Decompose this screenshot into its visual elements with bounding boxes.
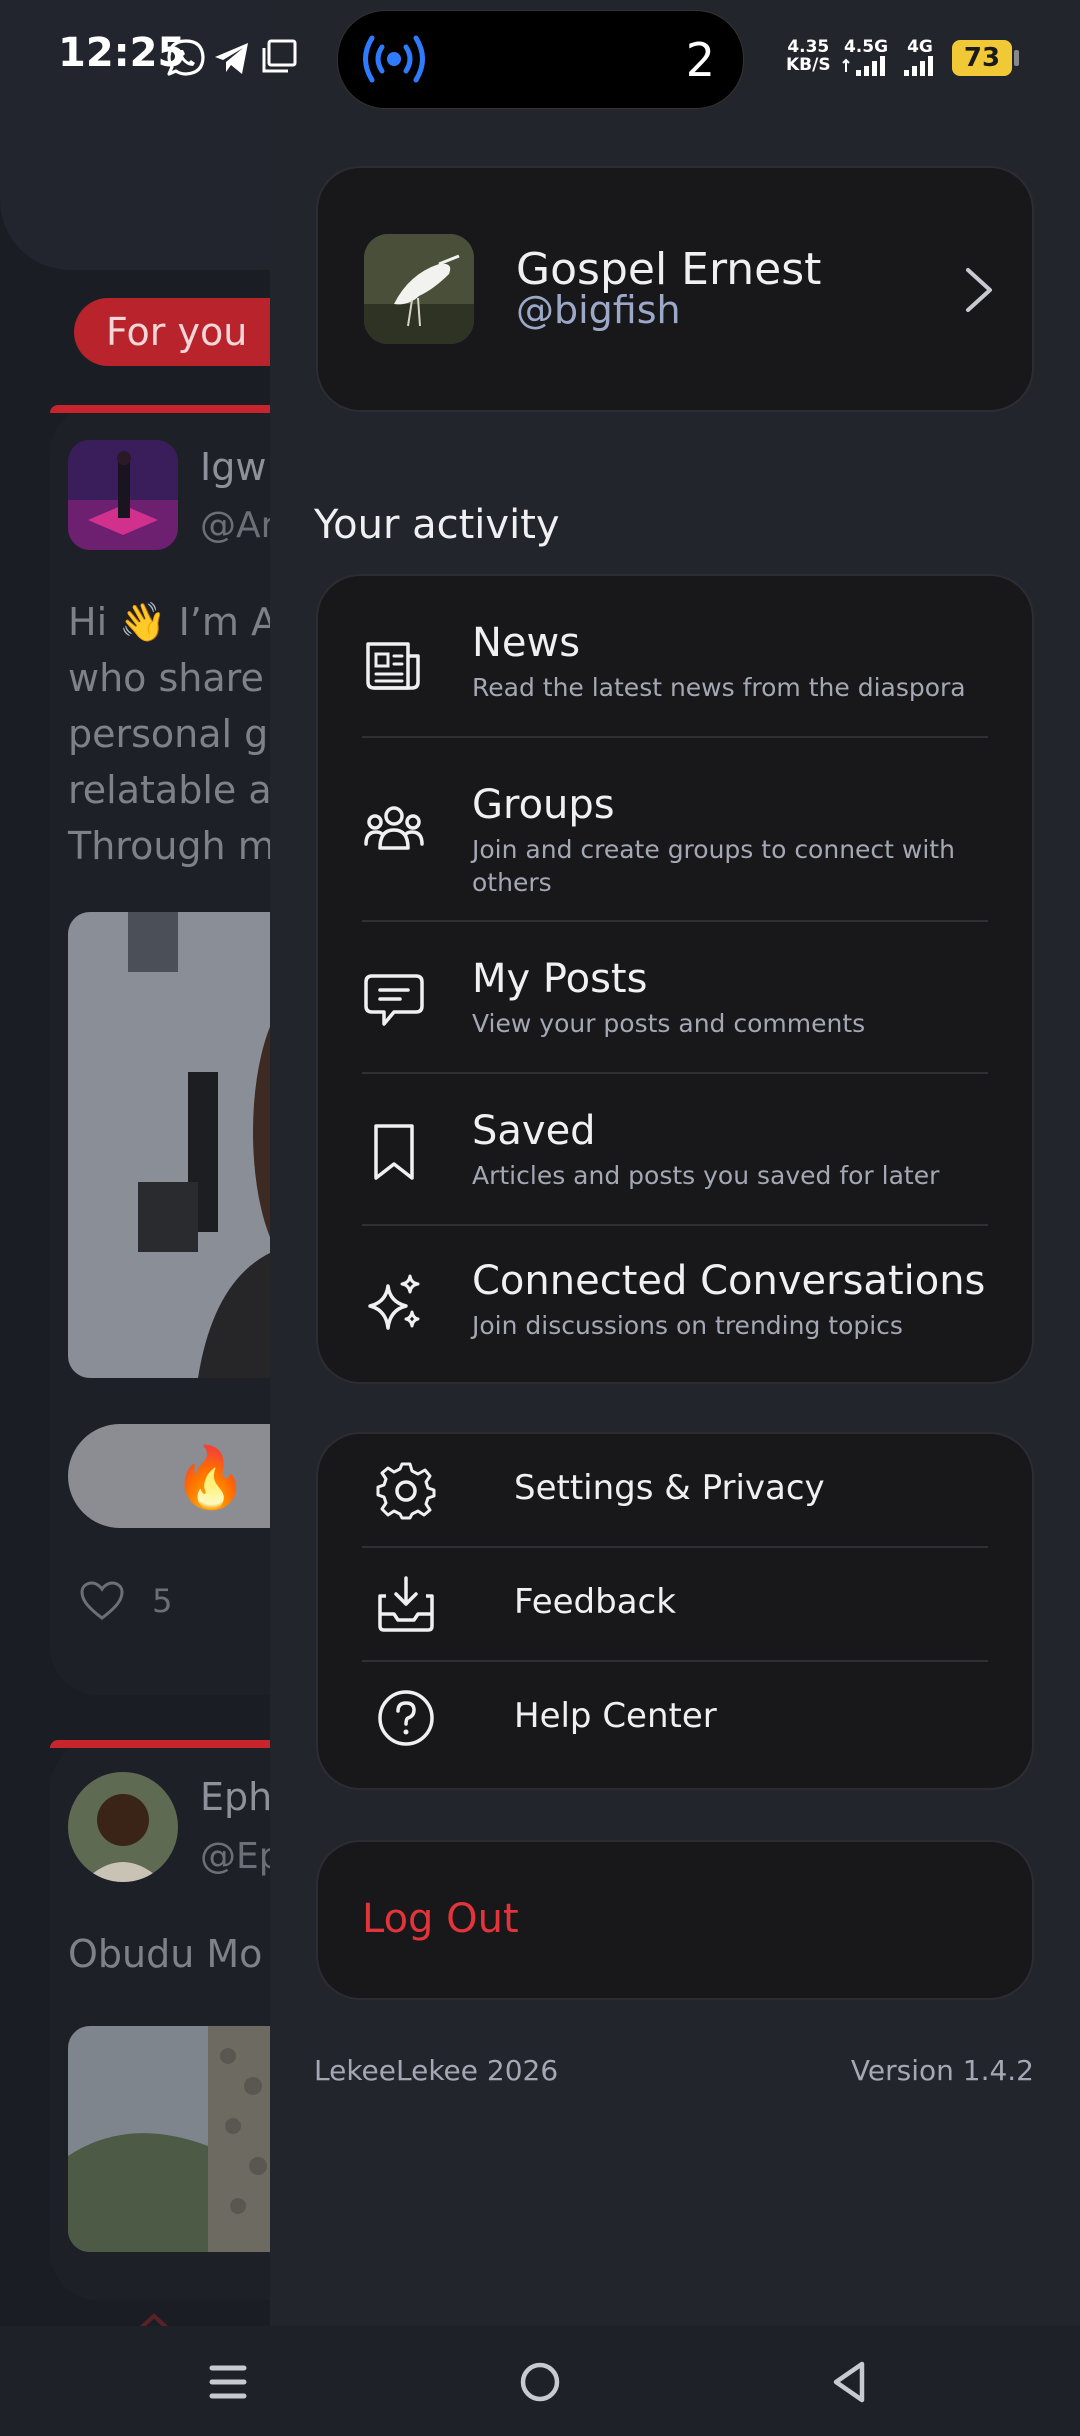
sim1-signal: 4.5G (842, 38, 890, 80)
post-text-line: relatable a (68, 768, 272, 812)
menu-item-subtitle: View your posts and comments (472, 1009, 866, 1038)
logout-button[interactable]: Log Out (362, 1896, 519, 1942)
sparkles-icon (368, 1274, 420, 1330)
whatsapp-icon (167, 39, 205, 76)
heart-icon (80, 1581, 124, 1620)
activity-card: News Read the latest news from the diasp… (316, 574, 1034, 1384)
sim1-label: 4.5G (843, 37, 889, 57)
newspaper-icon (366, 642, 420, 690)
activity-section-title: Your activity (314, 502, 560, 548)
like-count: 5 (152, 1582, 173, 1620)
post-author-name: Igw (200, 445, 267, 489)
post-avatar[interactable] (68, 1772, 178, 1882)
menu-item-settings-privacy[interactable]: Settings & Privacy (318, 1434, 1032, 1546)
like-button[interactable]: 5 (80, 1580, 173, 1621)
signal-bars-icon (842, 56, 885, 76)
menu-item-feedback[interactable]: Feedback (318, 1548, 1032, 1660)
comment-icon (364, 974, 424, 1026)
gear-icon (376, 1462, 436, 1520)
profile-handle: @bigfish (516, 288, 681, 332)
status-bar: 12:25 2 4.35 KB/S 4.5G 4G 73 (0, 0, 1080, 120)
post-text-line: Hi 👋 I’m A (68, 600, 277, 644)
settings-card: Settings & Privacy Feedback Help Center (316, 1432, 1034, 1790)
menu-item-title: Groups (472, 782, 615, 828)
menu-item-saved[interactable]: Saved Articles and posts you saved for l… (318, 1074, 1032, 1224)
profile-avatar (364, 234, 474, 344)
menu-item-label: Settings & Privacy (514, 1468, 825, 1508)
post-text: Obudu Mo (68, 1932, 263, 1976)
post-avatar[interactable] (68, 440, 178, 550)
sim2-label: 4G (907, 37, 933, 57)
menu-item-connected-conversations[interactable]: Connected Conversations Join discussions… (318, 1226, 1032, 1382)
help-circle-icon (378, 1690, 434, 1746)
screen-mirror-icon (262, 39, 297, 73)
battery-indicator: 73 (952, 40, 1012, 76)
menu-item-title: Connected Conversations (472, 1258, 986, 1304)
logout-card[interactable]: Log Out (316, 1840, 1034, 2000)
post-author-handle: @Ar (200, 505, 276, 546)
battery-tip (1014, 50, 1019, 66)
chevron-right-icon (966, 268, 992, 312)
post-text-line: Through m (68, 824, 275, 868)
profile-card[interactable]: Gospel Ernest @bigfish (316, 166, 1034, 412)
signal-bars-icon (904, 56, 933, 76)
menu-item-news[interactable]: News Read the latest news from the diasp… (318, 576, 1032, 736)
bookmark-icon (374, 1124, 414, 1180)
net-speed-unit: KB/S (786, 55, 831, 75)
post-text-line: who share (68, 656, 264, 700)
post-text-line: personal g (68, 712, 269, 756)
telegram-icon (215, 43, 248, 74)
island-count: 2 (685, 33, 715, 87)
menu-item-label: Feedback (514, 1582, 676, 1622)
footer-version: Version 1.4.2 (850, 2054, 1034, 2087)
home-circle-icon[interactable] (512, 2354, 568, 2410)
menu-item-my-posts[interactable]: My Posts View your posts and comments (318, 922, 1032, 1072)
menu-item-subtitle: Join and create groups to connect with o… (472, 835, 955, 897)
menu-item-title: My Posts (472, 956, 648, 1002)
menu-item-title: News (472, 620, 581, 666)
menu-item-groups[interactable]: Groups Join and create groups to connect… (318, 738, 1032, 920)
menu-item-help-center[interactable]: Help Center (318, 1662, 1032, 1774)
menu-item-title: Saved (472, 1108, 596, 1154)
footer-brand: LekeeLekee 2026 (314, 2054, 559, 2087)
sim2-signal: 4G (900, 38, 940, 80)
groups-icon (364, 806, 424, 850)
broadcast-icon (363, 35, 425, 83)
system-nav-bar (0, 2326, 1080, 2436)
back-icon[interactable] (822, 2354, 878, 2410)
recent-apps-icon[interactable] (200, 2354, 256, 2410)
post-author-name: Eph (200, 1775, 273, 1819)
net-speed-value: 4.35 (787, 37, 830, 57)
menu-item-label: Help Center (514, 1696, 717, 1736)
menu-item-subtitle: Join discussions on trending topics (472, 1311, 903, 1340)
inbox-download-icon (378, 1576, 434, 1632)
dynamic-island[interactable]: 2 (337, 10, 744, 109)
fire-emoji: 🔥 (173, 1443, 248, 1513)
net-speed: 4.35 KB/S (786, 38, 831, 74)
menu-item-subtitle: Read the latest news from the diaspora (472, 673, 966, 702)
menu-item-subtitle: Articles and posts you saved for later (472, 1161, 940, 1190)
